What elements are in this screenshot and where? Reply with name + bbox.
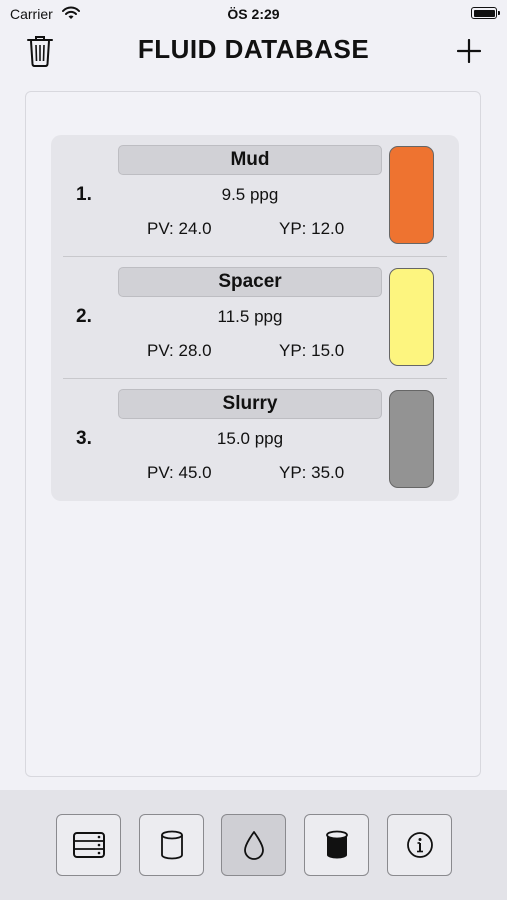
fluid-name[interactable]: Mud (118, 145, 382, 175)
fluid-row[interactable]: 2. Spacer 11.5 ppg PV: 28.0 YP: 15.0 (51, 257, 459, 379)
fluid-color-swatch[interactable] (389, 268, 434, 366)
drop-icon (243, 831, 264, 860)
fluid-yp: YP: 12.0 (279, 219, 345, 238)
fluid-color-swatch[interactable] (389, 146, 434, 244)
tab-fluids[interactable] (221, 814, 286, 876)
tab-cylinder[interactable] (139, 814, 204, 876)
fluid-density: 9.5 ppg (221, 185, 279, 204)
fluid-name[interactable]: Spacer (118, 267, 382, 297)
fluid-name[interactable]: Slurry (118, 389, 382, 419)
cylinder-filled-icon (325, 830, 348, 859)
fluid-density: 15.0 ppg (216, 429, 284, 448)
tab-server[interactable] (56, 814, 121, 876)
clock-label: ÖS 2:29 (227, 6, 280, 22)
fluid-yp: YP: 35.0 (279, 463, 345, 482)
add-fluid-button[interactable] (455, 36, 483, 66)
page-title: FLUID DATABASE (137, 34, 370, 64)
fluid-density: 11.5 ppg (217, 307, 283, 326)
server-rack-icon (72, 832, 105, 858)
tab-cylinder-filled[interactable] (304, 814, 369, 876)
tab-info[interactable] (387, 814, 452, 876)
bottom-tab-bar (0, 790, 507, 900)
fluid-row[interactable]: 1. Mud 9.5 ppg PV: 24.0 YP: 12.0 (51, 135, 459, 257)
fluid-color-swatch[interactable] (389, 390, 434, 488)
info-icon (406, 832, 433, 858)
fluid-row[interactable]: 3. Slurry 15.0 ppg PV: 45.0 YP: 35.0 (51, 379, 459, 501)
fluid-pv: PV: 45.0 (147, 463, 212, 482)
fluid-pv: PV: 28.0 (147, 341, 212, 360)
plus-icon (457, 39, 481, 63)
fluid-yp: YP: 15.0 (279, 341, 345, 360)
battery-icon (471, 7, 500, 19)
content-panel: 1. Mud 9.5 ppg PV: 24.0 YP: 12.0 2. Spac… (25, 91, 481, 777)
cylinder-outline-icon (160, 830, 183, 860)
fluid-index: 2. (76, 306, 92, 327)
fluid-list: 1. Mud 9.5 ppg PV: 24.0 YP: 12.0 2. Spac… (51, 135, 459, 501)
fluid-index: 1. (76, 184, 92, 205)
status-bar: Carrier ÖS 2:29 (0, 0, 507, 28)
fluid-pv: PV: 24.0 (147, 219, 212, 238)
fluid-index: 3. (76, 428, 92, 449)
